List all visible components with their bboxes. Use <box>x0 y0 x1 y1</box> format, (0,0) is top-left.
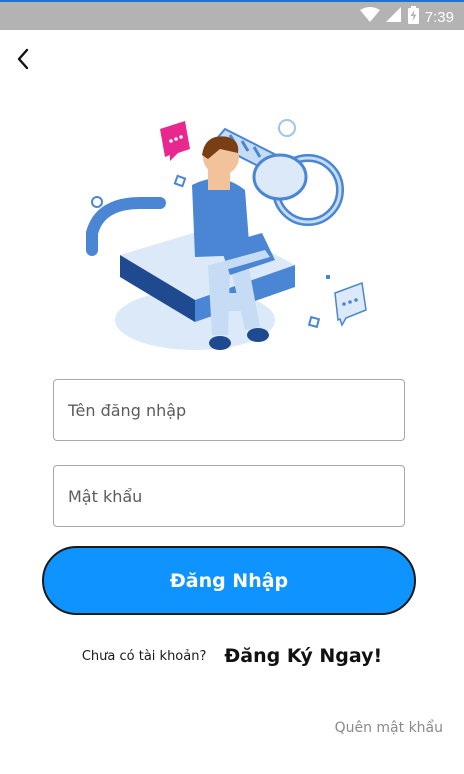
register-link[interactable]: Đăng Ký Ngay! <box>224 645 382 667</box>
login-button[interactable]: Đăng Nhập <box>42 546 416 615</box>
signal-icon <box>385 7 402 27</box>
wifi-icon <box>359 7 380 27</box>
battery-charging-icon <box>407 6 419 28</box>
status-bar: 7:39 <box>0 0 464 30</box>
status-icons: 7:39 <box>359 6 454 28</box>
chat-bubble-pink-icon <box>160 121 190 161</box>
back-button[interactable] <box>10 48 36 74</box>
register-row: Chưa có tài khoản? Đăng Ký Ngay! <box>0 645 464 667</box>
no-account-text: Chưa có tài khoản? <box>81 648 207 664</box>
username-input[interactable] <box>54 380 404 440</box>
chevron-left-icon <box>16 48 30 74</box>
login-illustration <box>80 115 380 360</box>
forgot-password-link[interactable]: Quên mật khẩu <box>335 720 443 736</box>
chat-bubble-blue-icon <box>334 281 367 327</box>
username-field-box <box>53 379 405 441</box>
password-field-box <box>53 465 405 527</box>
status-time: 7:39 <box>424 8 454 26</box>
password-input[interactable] <box>54 466 404 526</box>
